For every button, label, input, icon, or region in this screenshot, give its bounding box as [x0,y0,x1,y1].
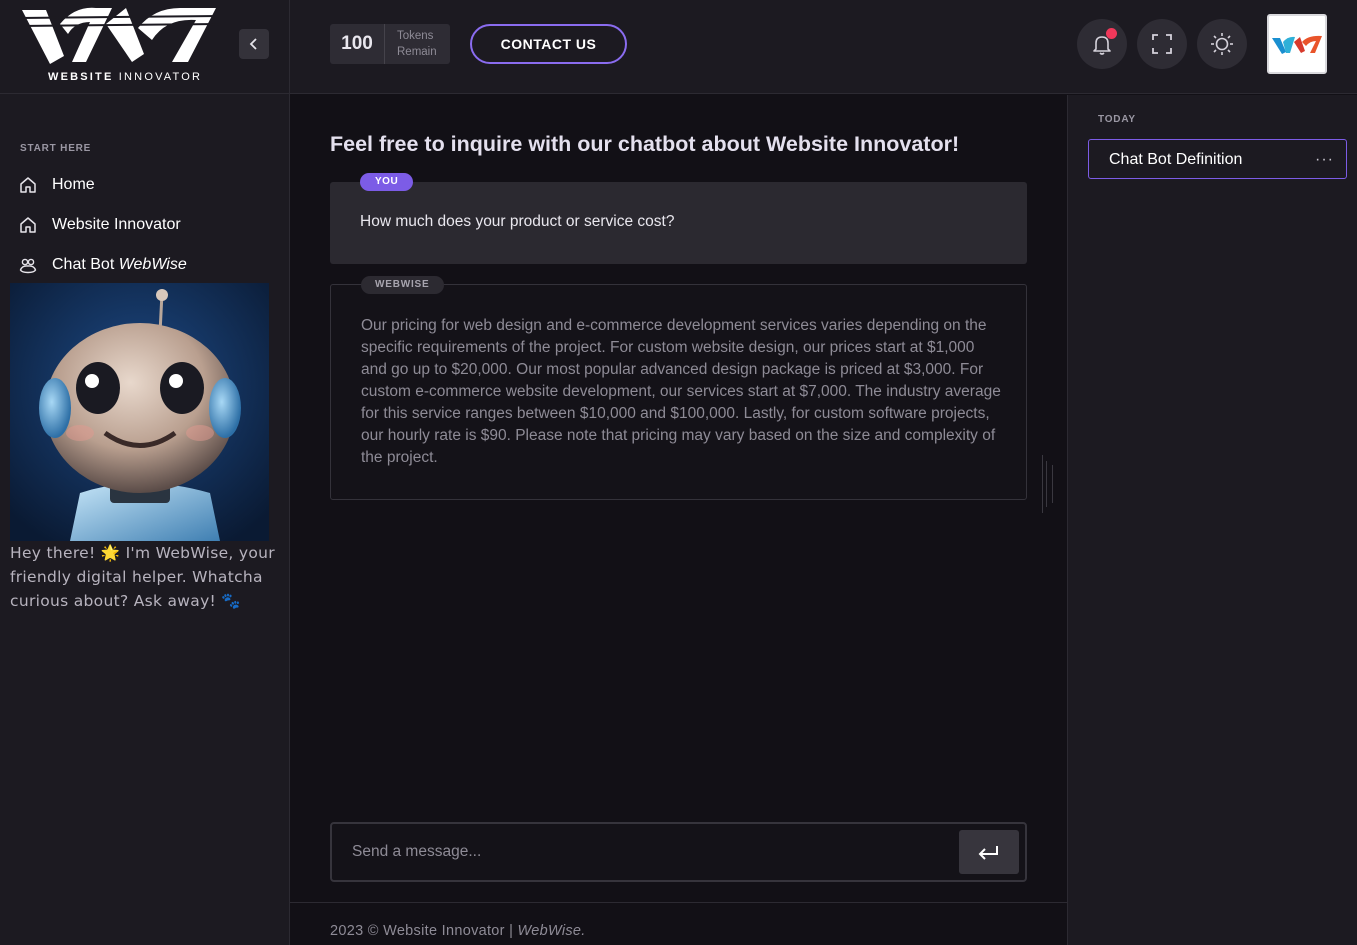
history-item-label: Chat Bot Definition [1109,151,1243,168]
home-icon [18,215,38,235]
robot-greeting-text: Hey there! 🌟 I'm WebWise, your friendly … [10,544,275,610]
collapse-sidebar-button[interactable] [239,29,269,59]
brand-wordmark: WEBSITE INNOVATOR [48,71,203,83]
chevron-left-icon [249,38,257,50]
top-bar: 100 Tokens Remain CONTACT US [290,0,1357,94]
user-badge: YOU [360,173,414,191]
robot-mascot-image [10,283,269,541]
footer: 2023 © Website Innovator | WebWise. [290,902,1067,945]
section-title: START HERE [20,143,92,154]
bot-badge: WEBWISE [361,276,444,294]
sidebar: WEBSITE INNOVATOR START HERE Home Websit… [0,0,290,945]
history-group-label: TODAY [1098,114,1136,125]
more-options-icon[interactable]: ··· [1315,151,1334,169]
footer-text: 2023 © Website Innovator | WebWise. [330,923,586,939]
page-title: Feel free to inquire with our chatbot ab… [330,132,960,156]
user-message: YOU How much does your product or servic… [330,173,1027,264]
sidebar-item-label: Home [52,176,95,193]
panel-resize-handle[interactable] [1040,455,1054,513]
user-message-text: How much does your product or service co… [360,213,675,230]
website-innovator-logo-icon [1272,35,1322,54]
bot-message-text: Our pricing for web design and e-commerc… [361,317,1001,466]
sidebar-item-label: Website Innovator [52,216,181,233]
bot-message: WEBWISE Our pricing for web design and e… [330,276,1027,500]
chat-main: Feel free to inquire with our chatbot ab… [290,95,1067,945]
tokens-counter: 100 Tokens Remain [330,24,450,64]
history-item[interactable]: Chat Bot Definition ··· [1088,139,1347,179]
contact-us-button[interactable]: CONTACT US [470,24,627,64]
enter-icon [978,846,998,860]
website-innovator-logo[interactable] [20,4,220,66]
sidebar-item-label: Chat Bot WebWise [52,256,187,273]
theme-toggle-button[interactable] [1197,19,1247,69]
notifications-button[interactable] [1077,19,1127,69]
tokens-label: Tokens Remain [397,30,437,58]
sun-icon [1211,33,1233,55]
chat-history-panel: TODAY Chat Bot Definition ··· [1067,95,1357,945]
home-icon [18,175,38,195]
send-button[interactable] [959,830,1019,874]
users-icon [18,255,38,275]
fullscreen-button[interactable] [1137,19,1187,69]
user-avatar[interactable] [1267,14,1327,74]
message-composer [330,822,1027,882]
fullscreen-icon [1152,34,1172,54]
sidebar-item-chat-bot[interactable]: Chat Bot WebWise [18,253,187,277]
notification-badge [1106,28,1117,39]
tokens-value: 100 [330,24,385,64]
sidebar-item-home[interactable]: Home [18,173,95,197]
message-input[interactable] [332,824,952,880]
brand: WEBSITE INNOVATOR [0,0,289,94]
sidebar-item-website-innovator[interactable]: Website Innovator [18,213,181,237]
